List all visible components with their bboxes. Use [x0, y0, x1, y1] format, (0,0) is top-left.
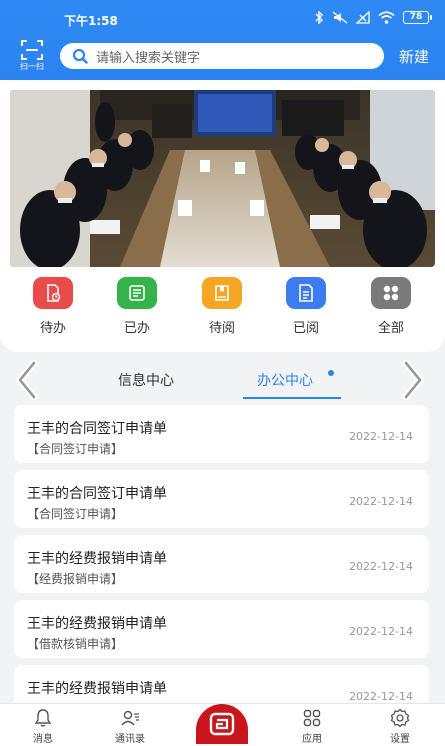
battery-indicator: 78	[403, 11, 432, 24]
chevron-left-icon[interactable]	[14, 360, 40, 400]
list-item[interactable]: 王丰的经费报销申请单 【借款核销申请】 2022-12-14	[14, 600, 429, 658]
nav-label: 通讯录	[115, 734, 145, 745]
list-item[interactable]: 王丰的经费报销申请单 【经费报销申请】 2022-12-14	[14, 535, 429, 593]
scan-icon	[21, 40, 43, 60]
unread-dot	[328, 370, 334, 376]
item-title: 王丰的合同签订申请单	[27, 486, 167, 502]
quick-label: 全部	[377, 321, 404, 336]
quick-all[interactable]: 全部	[361, 277, 421, 336]
scan-button[interactable]: 扫一扫	[12, 40, 52, 72]
list-item[interactable]: 王丰的合同签订申请单 【合同签订申请】 2022-12-14	[14, 405, 429, 463]
item-date: 2022-12-14	[349, 690, 413, 703]
search-icon	[72, 48, 88, 64]
scan-label: 扫一扫	[20, 62, 44, 71]
item-date: 2022-12-14	[349, 625, 413, 638]
nav-messages[interactable]: 消息	[13, 708, 73, 745]
status-bar: 下午1:58 78	[0, 0, 445, 36]
bell-icon	[34, 709, 52, 727]
apps-icon	[303, 709, 321, 727]
item-date: 2022-12-14	[349, 495, 413, 508]
list-item[interactable]: 王丰的合同签订申请单 【合同签订申请】 2022-12-14	[14, 470, 429, 528]
settings-icon	[390, 708, 410, 728]
done-list-icon	[117, 277, 157, 309]
nav-label: 消息	[33, 734, 53, 745]
quick-read[interactable]: 已阅	[276, 277, 336, 336]
quick-to-read[interactable]: 待阅	[192, 277, 252, 336]
mute-icon	[332, 11, 348, 24]
item-title: 王丰的经费报销申请单	[27, 551, 167, 567]
item-category: 【合同签订申请】	[27, 442, 124, 456]
wifi-icon	[378, 11, 395, 24]
tab-info-center[interactable]: 信息中心	[118, 370, 174, 390]
status-time: 下午1:58	[64, 14, 118, 28]
bluetooth-icon	[315, 11, 323, 24]
nav-apps[interactable]: 应用	[282, 708, 342, 745]
active-tab-underline	[243, 397, 341, 399]
top-card: 待办 已办 待阅 已阅 全部	[0, 80, 445, 352]
pending-doc-icon	[33, 277, 73, 309]
nav-label: 设置	[390, 734, 410, 745]
new-button[interactable]: 新建	[399, 46, 429, 67]
quick-label: 待阅	[208, 321, 235, 336]
grid-icon	[371, 277, 411, 309]
item-title: 王丰的经费报销申请单	[27, 681, 167, 697]
tab-bar: 信息中心 办公中心	[90, 370, 360, 400]
item-title: 王丰的合同签订申请单	[27, 421, 167, 437]
item-date: 2022-12-14	[349, 430, 413, 443]
search-placeholder: 请输入搜索关键字	[96, 50, 201, 66]
item-date: 2022-12-14	[349, 560, 413, 573]
banner-image[interactable]	[10, 90, 435, 267]
read-doc-icon	[286, 277, 326, 309]
status-icons: 78	[314, 11, 432, 24]
signal-off-icon	[356, 11, 370, 24]
meeting-room-photo	[10, 90, 435, 267]
book-icon	[202, 277, 242, 309]
top-header: 下午1:58 78 扫一扫 请输入搜索关键字 新建	[0, 0, 445, 80]
quick-label: 已办	[123, 321, 150, 336]
search-input[interactable]: 请输入搜索关键字	[60, 43, 384, 69]
contacts-icon	[121, 710, 139, 726]
item-category: 【经费报销申请】	[27, 572, 124, 586]
quick-actions: 待办 已办 待阅 已阅 全部	[0, 277, 445, 337]
chevron-right-icon[interactable]	[400, 360, 426, 400]
item-category: 【借款核销申请】	[27, 637, 124, 651]
item-title: 王丰的经费报销申请单	[27, 616, 167, 632]
emblem-icon	[209, 712, 235, 736]
nav-contacts[interactable]: 通讯录	[100, 708, 160, 745]
nav-label: 应用	[302, 734, 322, 745]
nav-settings[interactable]: 设置	[370, 708, 430, 745]
item-category: 【合同签订申请】	[27, 507, 124, 521]
quick-done[interactable]: 已办	[107, 277, 167, 336]
quick-pending[interactable]: 待办	[23, 277, 83, 336]
tab-office-center[interactable]: 办公中心	[257, 370, 313, 390]
quick-label: 待办	[39, 321, 66, 336]
quick-label: 已阅	[292, 321, 319, 336]
